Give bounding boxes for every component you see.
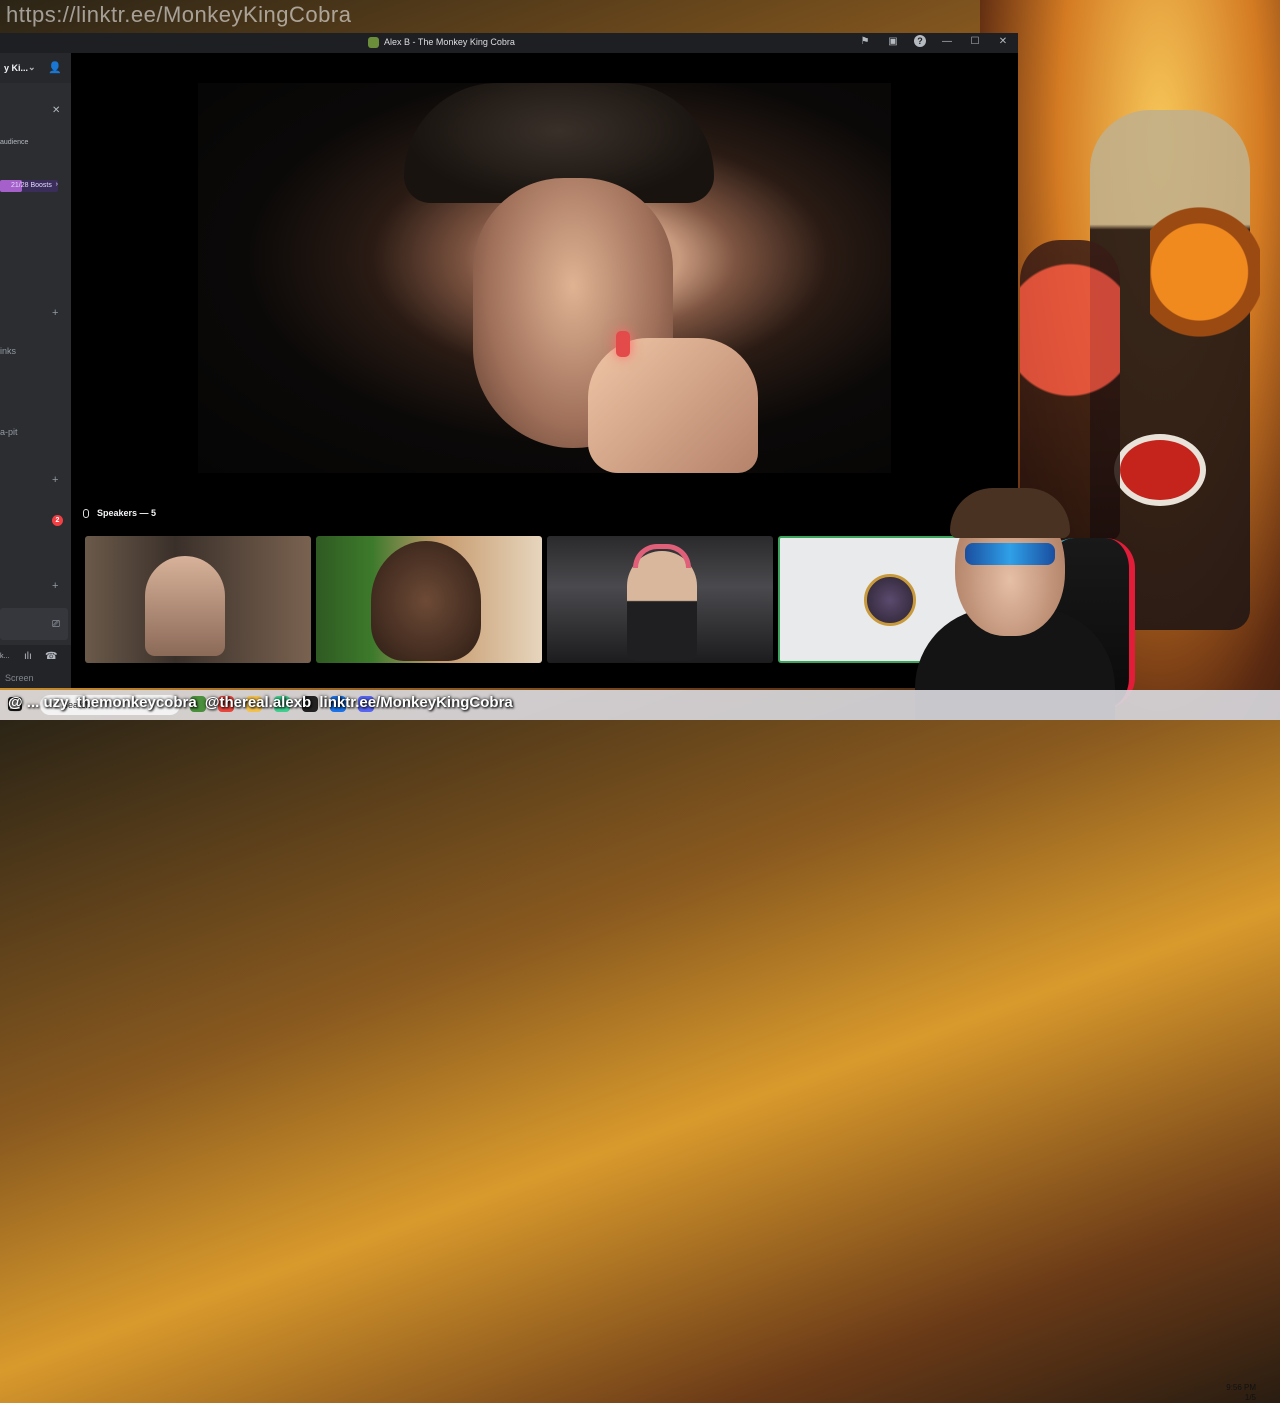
speakers-header: Speakers — 5 <box>83 508 156 518</box>
speaker-tile[interactable] <box>85 536 311 663</box>
social-handle: themonkeycobra <box>76 694 197 711</box>
speaker-tile[interactable] <box>547 536 773 663</box>
screen-button[interactable]: Screen <box>5 673 34 683</box>
video-hand <box>588 338 758 473</box>
social-overlay: @ ... uzy themonkeycobra @thereal.alexb … <box>8 694 517 711</box>
flag-icon[interactable]: ⚑ <box>858 36 872 47</box>
clock-date: 1/5 <box>1244 1393 1256 1402</box>
screen-share-icon[interactable]: ▣ <box>886 36 900 47</box>
speaker-tile[interactable] <box>316 536 542 663</box>
help-icon[interactable]: ? <box>914 35 926 47</box>
close-icon[interactable]: ✕ <box>52 105 60 116</box>
server-name: y Ki... <box>4 63 29 73</box>
mention-badge: 2 <box>52 515 63 526</box>
server-icon <box>368 37 379 48</box>
voice-channel-active[interactable]: ⎚ <box>0 608 68 640</box>
chevron-down-icon[interactable]: ⌄ <box>28 62 36 73</box>
facecam-hair <box>950 488 1070 538</box>
channel-sidebar: y Ki... ⌄ 👤 ✕ audience 21/28 Boosts › + … <box>0 53 71 688</box>
server-header[interactable]: y Ki... ⌄ 👤 <box>0 53 71 83</box>
speaker-tiles <box>85 536 1004 664</box>
boost-progress[interactable]: 21/28 Boosts › <box>0 180 58 192</box>
channel-item-links[interactable]: inks <box>0 346 16 356</box>
invite-people-icon[interactable]: 👤 <box>48 61 62 74</box>
noise-suppression-icon[interactable]: ılı <box>24 651 32 662</box>
window-titlebar[interactable]: Alex B - The Monkey King Cobra ⚑ ▣ ? — ☐… <box>0 33 1018 53</box>
social-handle: @thereal.alexb <box>204 694 312 711</box>
sunglasses-icon <box>965 543 1055 565</box>
clock-time: 9:56 PM <box>1226 1383 1256 1392</box>
microphone-icon <box>83 508 89 518</box>
user-name: k... <box>0 653 10 660</box>
speaker-video <box>145 556 225 656</box>
wallpaper-orange-mask <box>1150 200 1260 360</box>
audience-text: audience <box>0 139 29 146</box>
add-channel-icon[interactable]: + <box>52 307 58 319</box>
speaker-video <box>371 541 481 661</box>
social-link: linktr.ee/MonkeyKingCobra <box>319 694 513 711</box>
stage-area: Speakers — 5 <box>71 53 1018 688</box>
main-video-stream[interactable] <box>198 83 891 473</box>
social-handle: @ ... uzy <box>8 694 69 711</box>
close-window-icon[interactable]: ✕ <box>996 36 1010 47</box>
speakers-label: Speakers — 5 <box>97 508 157 518</box>
streamer-facecam <box>905 488 1145 720</box>
window-title: Alex B - The Monkey King Cobra <box>384 37 515 47</box>
maximize-icon[interactable]: ☐ <box>968 36 982 47</box>
add-channel-icon[interactable]: + <box>52 474 58 486</box>
boost-label: 21/28 Boosts <box>11 182 52 189</box>
stream-overlay-link: https://linktr.ee/MonkeyKingCobra <box>6 2 352 27</box>
add-channel-icon[interactable]: + <box>52 580 58 592</box>
channel-item-pit[interactable]: a-pit <box>0 427 18 437</box>
video-cigarette <box>616 331 630 357</box>
disconnect-icon[interactable]: ☎ <box>45 651 57 662</box>
screen-share-icon[interactable]: ⎚ <box>52 619 60 630</box>
titlebar-controls: ⚑ ▣ ? — ☐ ✕ <box>858 35 1010 47</box>
discord-window: Alex B - The Monkey King Cobra ⚑ ▣ ? — ☐… <box>0 33 1018 688</box>
voice-connection-panel: k... ılı ☎ Screen <box>0 645 71 688</box>
headphones-icon <box>633 544 691 568</box>
minimize-icon[interactable]: — <box>940 36 954 47</box>
chevron-right-icon: › <box>55 181 58 188</box>
system-clock[interactable]: 9:56 PM 1/5 <box>1226 1383 1256 1403</box>
